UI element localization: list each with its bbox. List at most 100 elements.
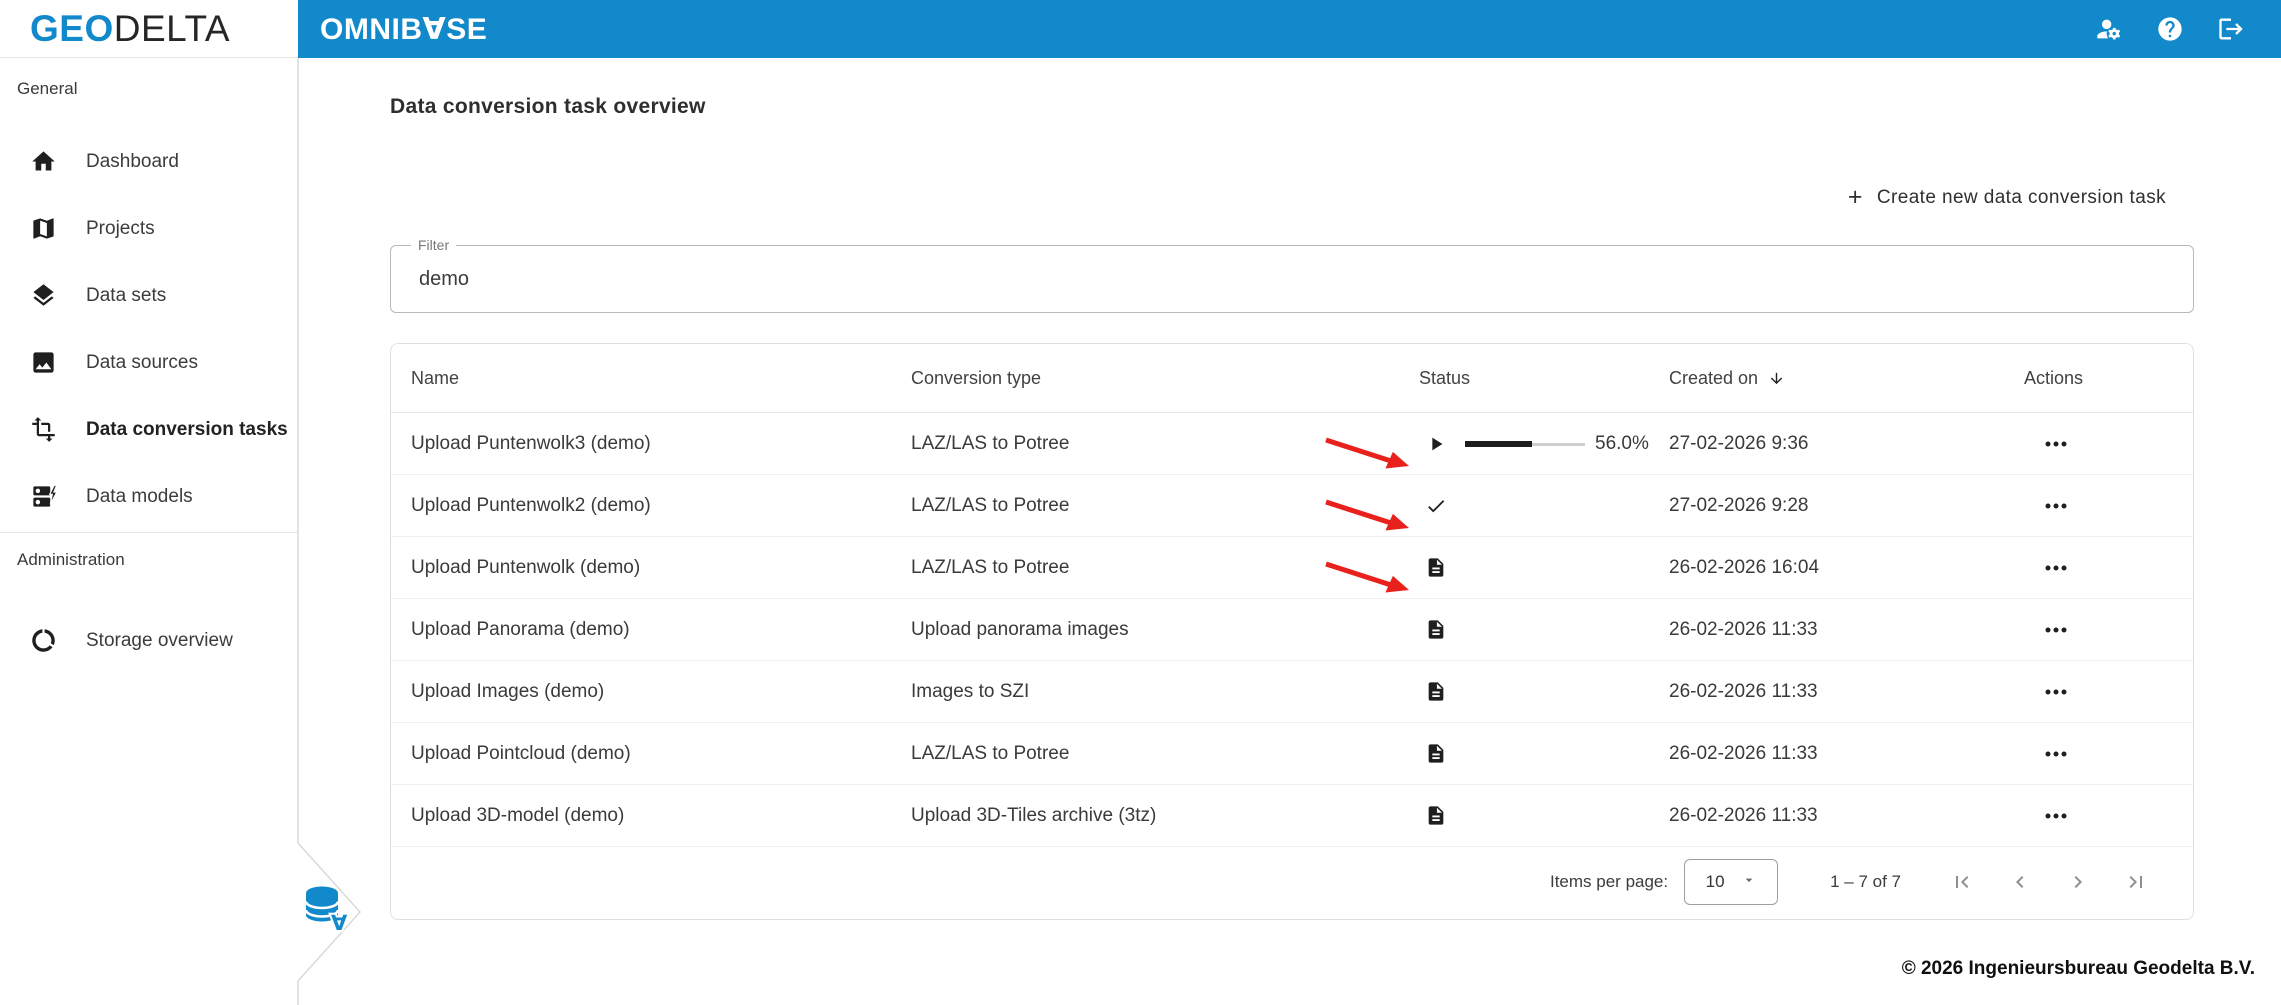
sidebar-item-projects[interactable]: Projects [0, 195, 298, 262]
column-header-conversion-type[interactable]: Conversion type [911, 368, 1419, 389]
pagination-nav [1949, 869, 2149, 895]
column-header-created-on[interactable]: Created on [1669, 368, 2024, 389]
table-row[interactable]: Upload Puntenwolk3 (demo) LAZ/LAS to Potr… [391, 413, 2193, 475]
items-per-page-select[interactable]: 10 [1684, 859, 1779, 905]
row-actions-button[interactable] [2041, 623, 2071, 637]
sidebar-item-label: Data conversion tasks [86, 418, 288, 440]
dropdown-caret-icon [1741, 872, 1757, 893]
row-actions-button[interactable] [2041, 499, 2071, 513]
actions-cell [2024, 437, 2193, 451]
task-name: Upload Puntenwolk3 (demo) [411, 432, 651, 454]
table-header-row: Name Conversion type Status Created on A… [391, 344, 2193, 413]
check-icon [1425, 495, 1447, 517]
created-on: 27-02-2026 9:28 [1669, 494, 1809, 516]
actions-cell [2024, 747, 2193, 761]
actions-cell [2024, 809, 2193, 823]
table-row[interactable]: Upload Puntenwolk2 (demo) LAZ/LAS to Potr… [391, 475, 2193, 537]
created-on: 26-02-2026 11:33 [1669, 618, 1818, 640]
created-on: 26-02-2026 11:33 [1669, 742, 1818, 764]
map-icon [30, 215, 57, 242]
sidebar-item-dashboard[interactable]: Dashboard [0, 128, 298, 195]
play-icon [1425, 433, 1447, 455]
conversion-type: Images to SZI [911, 680, 1030, 702]
actions-cell [2024, 623, 2193, 637]
status-cell [1419, 619, 1669, 641]
last-page-icon[interactable] [2123, 869, 2149, 895]
conversion-type: LAZ/LAS to Potree [911, 494, 1070, 516]
create-task-button[interactable]: + Create new data conversion task [1848, 185, 2166, 210]
row-actions-button[interactable] [2041, 747, 2071, 761]
sidebar-item-data-sets[interactable]: Data sets [0, 262, 298, 329]
task-name: Upload 3D-model (demo) [411, 804, 625, 826]
image-icon [30, 349, 57, 376]
help-icon[interactable] [2156, 15, 2184, 43]
sidebar-item-data-sources[interactable]: Data sources [0, 329, 298, 396]
geodelta-logo[interactable]: GEO DELTA [0, 0, 298, 58]
column-header-status[interactable]: Status [1419, 368, 1669, 389]
manage-accounts-icon[interactable] [2095, 15, 2123, 43]
table-row[interactable]: Upload Puntenwolk (demo) LAZ/LAS to Potre… [391, 537, 2193, 599]
table-row[interactable]: Upload 3D-model (demo) Upload 3D-Tiles ar… [391, 785, 2193, 847]
filter-field-label: Filter [411, 237, 457, 253]
row-actions-button[interactable] [2041, 809, 2071, 823]
actions-cell [2024, 561, 2193, 575]
created-on: 27-02-2026 9:36 [1669, 432, 1809, 454]
created-on: 26-02-2026 16:04 [1669, 556, 1820, 578]
column-header-name[interactable]: Name [411, 368, 911, 389]
document-icon [1425, 557, 1447, 579]
sidebar-item-label: Data sets [86, 284, 167, 306]
storage-bolt-icon [30, 483, 57, 510]
table-row[interactable]: Upload Images (demo) Images to SZI 26-02-2… [391, 661, 2193, 723]
create-task-label: Create new data conversion task [1876, 186, 2166, 208]
task-name: Upload Pointcloud (demo) [411, 742, 631, 764]
row-actions-button[interactable] [2041, 561, 2071, 575]
status-cell [1419, 681, 1669, 703]
sidebar-section-general: General Dashboard Projects Data sets Data so… [0, 58, 298, 530]
created-on: 26-02-2026 11:33 [1669, 680, 1818, 702]
conversion-type: LAZ/LAS to Potree [911, 742, 1070, 764]
sidebar: General Dashboard Projects Data sets Data so… [0, 58, 298, 1005]
progress-percent: 56.0% [1595, 432, 1649, 454]
svg-text:∀: ∀ [331, 911, 348, 934]
topbar-actions [2095, 15, 2245, 43]
sidebar-item-data-conversion-tasks[interactable]: Data conversion tasks [0, 396, 298, 463]
document-icon [1425, 619, 1447, 641]
filter-input[interactable] [391, 246, 2193, 312]
logout-icon[interactable] [2217, 15, 2245, 43]
row-actions-button[interactable] [2041, 685, 2071, 699]
created-on: 26-02-2026 11:33 [1669, 804, 1818, 826]
pagination-range: 1 – 7 of 7 [1830, 872, 1901, 891]
task-name: Upload Panorama (demo) [411, 618, 630, 640]
first-page-icon[interactable] [1949, 869, 1975, 895]
sidebar-section-administration: Administration Storage overview [0, 532, 298, 674]
prev-page-icon[interactable] [2007, 869, 2033, 895]
table-row[interactable]: Upload Pointcloud (demo) LAZ/LAS to Potre… [391, 723, 2193, 785]
donut-chart-icon [30, 627, 57, 654]
filter-field: Filter [390, 237, 2194, 313]
paginator: Items per page: 10 1 – 7 of 7 [391, 847, 2193, 917]
sidebar-item-label: Storage overview [86, 629, 233, 651]
row-actions-button[interactable] [2041, 437, 2071, 451]
logo-delta-text: DELTA [113, 7, 231, 49]
status-cell [1325, 495, 1669, 530]
status-cell [1325, 557, 1669, 592]
database-icon: ∀ [301, 884, 350, 939]
sort-descending-icon[interactable] [1768, 370, 1785, 387]
next-page-icon[interactable] [2065, 869, 2091, 895]
sidebar-section-label: General [17, 79, 78, 98]
sidebar-item-data-models[interactable]: Data models [0, 463, 298, 530]
task-name: Upload Puntenwolk2 (demo) [411, 494, 651, 516]
status-cell [1419, 805, 1669, 827]
topbar: GEO DELTA OMNIB∀SE [0, 0, 2281, 58]
app-header: OMNIB∀SE [298, 0, 2281, 58]
page-title: Data conversion task overview [390, 95, 706, 118]
task-name: Upload Images (demo) [411, 680, 605, 702]
sidebar-section-label: Administration [17, 550, 125, 569]
sidebar-item-label: Projects [86, 217, 155, 239]
table-row[interactable]: Upload Panorama (demo) Upload panorama im… [391, 599, 2193, 661]
sidebar-item-storage-overview[interactable]: Storage overview [0, 607, 298, 674]
document-icon [1425, 805, 1447, 827]
items-per-page-label: Items per page: [1549, 872, 1669, 891]
transform-icon [30, 416, 57, 443]
status-cell [1419, 743, 1669, 765]
